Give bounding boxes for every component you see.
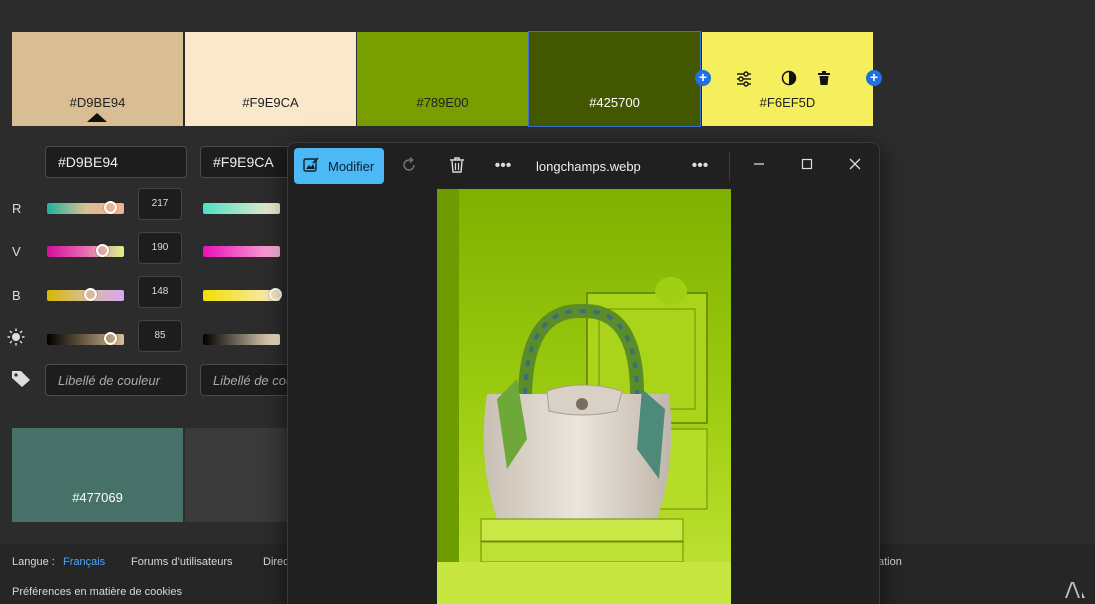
b-slider-2[interactable]: [203, 288, 282, 301]
image-viewer-window: Modifier ••• longchamps.webp •••: [287, 142, 880, 604]
bottom-swatch-hex: #477069: [72, 490, 123, 505]
r-slider-2[interactable]: [203, 203, 280, 214]
close-icon[interactable]: [845, 156, 865, 176]
minimize-icon[interactable]: [749, 156, 769, 176]
add-swatch-before-icon[interactable]: +: [695, 70, 711, 86]
swatch-hex: #789E00: [416, 95, 469, 110]
v-slider-2[interactable]: [203, 246, 280, 257]
row-label-v: V: [12, 244, 21, 259]
brightness-slider-knob[interactable]: [104, 332, 117, 345]
cookies-link[interactable]: Préférences en matière de cookies: [12, 586, 182, 598]
color-palette-page: #D9BE94 #F9E9CA #789E00 #425700 #F6EF5D …: [0, 0, 1095, 604]
b-slider-2-knob[interactable]: [269, 288, 282, 301]
swatch-1[interactable]: #D9BE94: [12, 32, 183, 126]
edit-image-icon: [303, 157, 319, 173]
swatch-hex: #D9BE94: [69, 95, 126, 110]
color-label-input[interactable]: Libellé de couleur: [45, 364, 187, 396]
swatch-4[interactable]: #425700: [528, 31, 701, 127]
more-options-icon[interactable]: •••: [493, 156, 513, 176]
swatch-3[interactable]: #789E00: [357, 32, 528, 126]
swatch-2[interactable]: #F9E9CA: [185, 32, 356, 126]
rotate-icon[interactable]: [399, 156, 419, 176]
swatch-5[interactable]: #F6EF5D: [702, 32, 873, 126]
r-slider[interactable]: [47, 201, 124, 214]
b-slider-knob[interactable]: [84, 288, 97, 301]
maximize-icon[interactable]: [797, 156, 817, 176]
bottom-swatch[interactable]: #477069: [12, 428, 183, 522]
edit-button[interactable]: Modifier: [294, 148, 384, 184]
color-label-input-2[interactable]: Libellé de cou: [200, 364, 300, 396]
footer-link-cut-right[interactable]: ation: [878, 556, 902, 568]
contrast-icon[interactable]: [780, 70, 798, 88]
brightness-slider-2[interactable]: [203, 334, 280, 345]
row-label-r: R: [12, 201, 22, 216]
sliders-icon[interactable]: [735, 70, 753, 88]
row-label-b: B: [12, 288, 21, 303]
viewer-toolbar: Modifier ••• longchamps.webp •••: [288, 143, 879, 189]
footer-link-cut[interactable]: Direc: [263, 556, 289, 568]
tag-icon: [11, 370, 31, 388]
brightness-value[interactable]: 85: [138, 320, 182, 352]
forums-link[interactable]: Forums d’utilisateurs: [131, 556, 232, 568]
file-name: longchamps.webp: [536, 159, 641, 174]
hex-input[interactable]: #F9E9CA: [200, 146, 300, 178]
v-slider[interactable]: [47, 244, 124, 257]
toolbar-divider: [729, 151, 730, 181]
language-label: Langue :: [12, 556, 55, 568]
v-value[interactable]: 190: [138, 232, 182, 264]
v-slider-knob[interactable]: [96, 244, 109, 257]
b-value[interactable]: 148: [138, 276, 182, 308]
delete-icon[interactable]: [447, 156, 467, 176]
swatch-hex: #425700: [589, 95, 640, 110]
b-slider[interactable]: [47, 288, 124, 301]
selected-caret-icon: [87, 113, 107, 122]
empty-swatch[interactable]: [185, 428, 295, 522]
trash-icon[interactable]: [815, 70, 833, 88]
swatch-hex: #F6EF5D: [759, 95, 816, 110]
hex-input[interactable]: #D9BE94: [45, 146, 187, 178]
handbag-photo: [437, 189, 731, 604]
brightness-icon: [7, 328, 25, 346]
swatch-hex: #F9E9CA: [242, 95, 299, 110]
add-swatch-after-icon[interactable]: +: [866, 70, 882, 86]
edit-button-label: Modifier: [328, 159, 375, 174]
r-value[interactable]: 217: [138, 188, 182, 220]
language-link[interactable]: Français: [63, 556, 105, 568]
r-slider-knob[interactable]: [104, 201, 117, 214]
brightness-slider[interactable]: [47, 332, 124, 345]
adobe-logo-icon: [1065, 582, 1085, 598]
more-options-icon-2[interactable]: •••: [690, 156, 710, 176]
